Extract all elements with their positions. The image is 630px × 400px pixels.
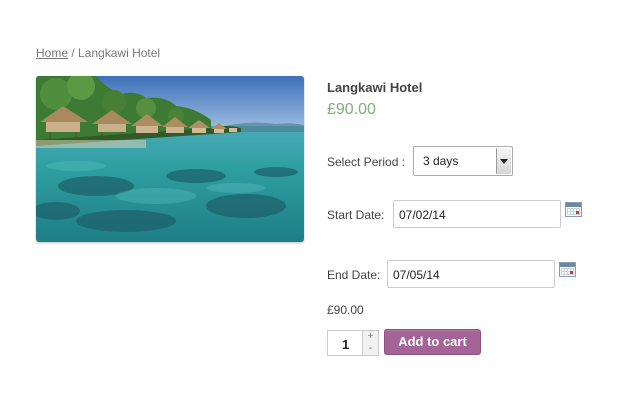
total-price: £90.00 xyxy=(327,303,364,317)
end-date-input[interactable]: 07/05/14 xyxy=(387,260,555,288)
resort-photo xyxy=(36,76,304,242)
dropdown-arrow-icon[interactable] xyxy=(496,148,511,174)
start-date-label: Start Date: xyxy=(327,208,385,222)
add-to-cart-button[interactable]: Add to cart xyxy=(384,329,481,355)
start-date-input[interactable]: 07/02/14 xyxy=(393,200,561,228)
breadcrumb-separator: / xyxy=(68,46,79,60)
end-date-calendar-icon[interactable] xyxy=(559,262,576,277)
quantity-stepper[interactable]: 1 + - xyxy=(327,330,379,356)
quantity-decrement-button[interactable]: - xyxy=(362,343,378,355)
product-title: Langkawi Hotel xyxy=(327,80,423,95)
breadcrumb-current: Langkawi Hotel xyxy=(78,46,161,60)
period-label: Select Period : xyxy=(327,155,406,169)
breadcrumb: Home / Langkawi Hotel xyxy=(36,46,160,60)
product-price: £90.00 xyxy=(327,101,376,118)
product-image[interactable] xyxy=(36,76,304,242)
quantity-value[interactable]: 1 xyxy=(342,337,349,352)
breadcrumb-home-link[interactable]: Home xyxy=(36,46,68,60)
end-date-label: End Date: xyxy=(327,268,381,282)
start-date-calendar-icon[interactable] xyxy=(565,202,582,217)
period-select[interactable]: 3 days xyxy=(413,146,513,176)
period-select-value: 3 days xyxy=(423,154,459,168)
